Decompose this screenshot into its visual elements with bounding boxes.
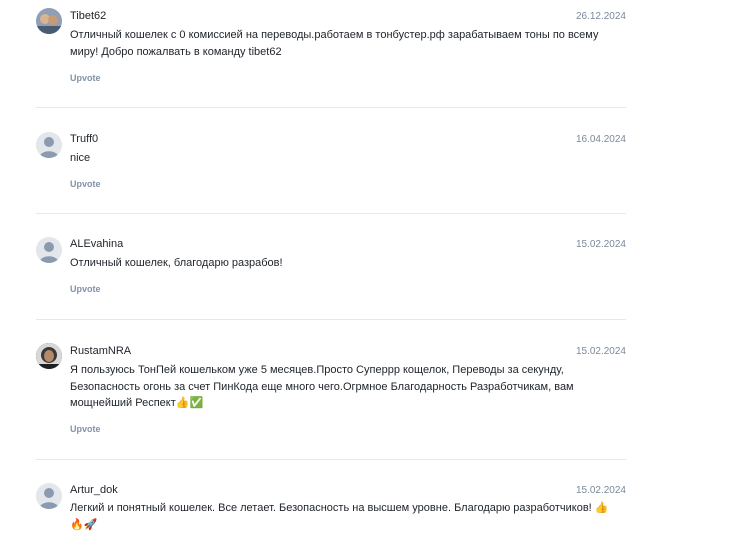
comment-date: 15.02.2024 bbox=[575, 346, 626, 357]
comment-item: Truff0 16.04.2024 nice Upvote bbox=[36, 108, 626, 214]
username[interactable]: ALEvahina bbox=[70, 238, 123, 250]
user-photo-icon bbox=[36, 8, 62, 34]
username[interactable]: Tibet62 bbox=[70, 10, 106, 22]
default-user-icon bbox=[36, 132, 62, 158]
default-user-icon bbox=[36, 237, 62, 263]
comment-text: Отличный кошелек с 0 комиссией на перево… bbox=[70, 29, 599, 58]
comment-text: Легкий и понятный кошелек. Все летает. Б… bbox=[70, 502, 609, 531]
comments-list: Tibet62 26.12.2024 Отличный кошелек с 0 … bbox=[36, 0, 626, 550]
upvote-button[interactable]: Upvote bbox=[70, 73, 101, 83]
username[interactable]: Artur_dok bbox=[70, 484, 118, 496]
comment-text: Я пользуюсь ТонПей кошельком уже 5 месяц… bbox=[70, 364, 574, 409]
comment-item: ALEvahina 15.02.2024 Отличный кошелек, б… bbox=[36, 214, 626, 320]
comment-item: Artur_dok 15.02.2024 Легкий и понятный к… bbox=[36, 460, 626, 550]
default-user-icon bbox=[36, 483, 62, 509]
comment-date: 26.12.2024 bbox=[575, 11, 626, 22]
comment-text: Отличный кошелек, благодарю разрабов! bbox=[70, 257, 283, 269]
upvote-button[interactable]: Upvote bbox=[70, 179, 101, 189]
comment-text: nice bbox=[70, 152, 91, 164]
comment-item: RustamNRA 15.02.2024 Я пользуюсь ТонПей … bbox=[36, 320, 626, 460]
comment-item: Tibet62 26.12.2024 Отличный кошелек с 0 … bbox=[36, 0, 626, 108]
user-avatar[interactable] bbox=[36, 343, 62, 369]
upvote-button[interactable]: Upvote bbox=[70, 424, 101, 434]
user-avatar[interactable] bbox=[36, 8, 62, 34]
comment-date: 15.02.2024 bbox=[575, 239, 626, 250]
username[interactable]: Truff0 bbox=[70, 133, 98, 145]
upvote-button[interactable]: Upvote bbox=[70, 284, 101, 294]
comment-date: 16.04.2024 bbox=[575, 134, 626, 145]
username[interactable]: RustamNRA bbox=[70, 345, 131, 357]
user-avatar[interactable] bbox=[36, 132, 62, 158]
user-avatar[interactable] bbox=[36, 483, 62, 509]
comment-date: 15.02.2024 bbox=[575, 485, 626, 496]
user-photo-icon bbox=[36, 343, 62, 369]
user-avatar[interactable] bbox=[36, 237, 62, 263]
